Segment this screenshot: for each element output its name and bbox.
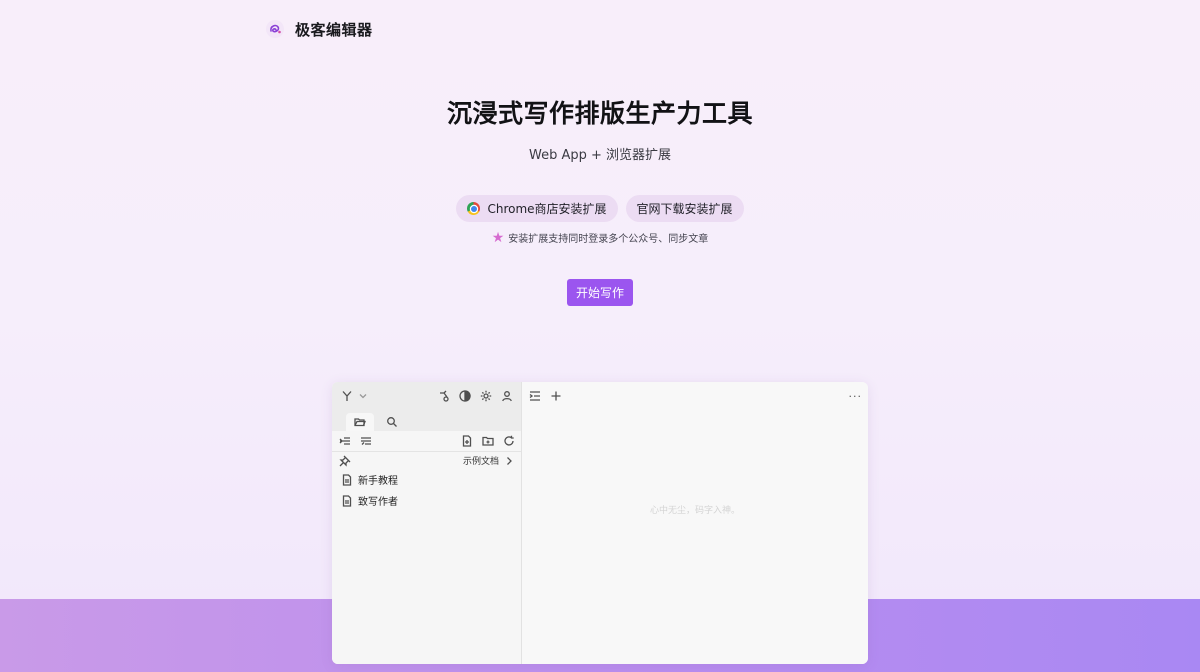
- tab-files[interactable]: [346, 413, 374, 431]
- start-writing-button[interactable]: 开始写作: [567, 279, 633, 306]
- dark-mode-icon[interactable]: [458, 390, 471, 403]
- user-icon[interactable]: [500, 390, 513, 403]
- file-name: 致写作者: [358, 497, 398, 508]
- plus-icon[interactable]: [549, 390, 562, 403]
- swirl-logo-icon[interactable]: [265, 19, 285, 39]
- chrome-store-install-button[interactable]: Chrome商店安装扩展: [456, 195, 618, 222]
- extension-note-text: 安装扩展支持同时登录多个公众号、同步文章: [508, 234, 709, 245]
- file-item-to-writers[interactable]: 致写作者: [332, 490, 521, 511]
- expand-all-icon[interactable]: [359, 435, 372, 448]
- chrome-icon: [467, 202, 481, 215]
- brand-name[interactable]: 极客编辑器: [295, 19, 373, 40]
- official-download-label: 官网下载安装扩展: [636, 202, 733, 216]
- file-sidebar: 示例文档 新手教程 致写作者: [332, 382, 522, 664]
- editor-pane[interactable]: ··· 心中无尘，码字入神。: [522, 382, 868, 664]
- install-buttons: Chrome商店安装扩展 官网下载安装扩展: [0, 195, 1200, 222]
- editor-placeholder: 心中无尘，码字入神。: [649, 506, 740, 516]
- file-name: 新手教程: [358, 476, 398, 487]
- sidebar-tabs: [332, 410, 521, 431]
- chrome-store-install-label: Chrome商店安装扩展: [487, 202, 607, 216]
- editor-topbar: ···: [522, 382, 868, 410]
- hero-subtitle: Web App + 浏览器扩展: [528, 148, 672, 163]
- pin-icon[interactable]: [338, 454, 351, 467]
- file-item-tutorial[interactable]: 新手教程: [332, 469, 521, 490]
- new-folder-icon[interactable]: [481, 435, 494, 448]
- star-icon: ★: [491, 229, 505, 246]
- branch-selector[interactable]: [340, 390, 369, 403]
- document-icon: [340, 494, 353, 507]
- outline-toggle-icon[interactable]: [528, 390, 541, 403]
- refresh-icon[interactable]: [502, 435, 515, 448]
- editor-preview-window: 示例文档 新手教程 致写作者 ··· 心中无尘，码字入神。: [332, 382, 868, 664]
- gear-icon[interactable]: [479, 390, 492, 403]
- extension-note: ★ 安装扩展支持同时登录多个公众号、同步文章: [0, 229, 1200, 246]
- sidebar-topbar: [332, 382, 521, 410]
- folder-open-icon: [354, 416, 367, 429]
- new-file-icon[interactable]: [460, 435, 473, 448]
- branch-icon: [340, 390, 353, 403]
- chevron-right-icon: [502, 454, 515, 467]
- site-header: 极客编辑器: [265, 18, 373, 40]
- more-options-icon[interactable]: ···: [849, 390, 863, 403]
- document-icon: [340, 473, 353, 486]
- search-icon: [386, 416, 399, 429]
- chevron-down-icon: [356, 390, 369, 403]
- sample-docs-link[interactable]: 示例文档: [463, 454, 515, 467]
- sample-docs-label: 示例文档: [462, 457, 499, 467]
- sync-target-icon[interactable]: [437, 390, 450, 403]
- official-download-button[interactable]: 官网下载安装扩展: [625, 195, 744, 222]
- collapse-all-icon[interactable]: [338, 435, 351, 448]
- hero-title: 沉浸式写作排版生产力工具: [446, 99, 753, 128]
- pinned-row: 示例文档: [332, 452, 521, 469]
- tab-search[interactable]: [378, 413, 406, 431]
- file-toolbar: [332, 431, 521, 452]
